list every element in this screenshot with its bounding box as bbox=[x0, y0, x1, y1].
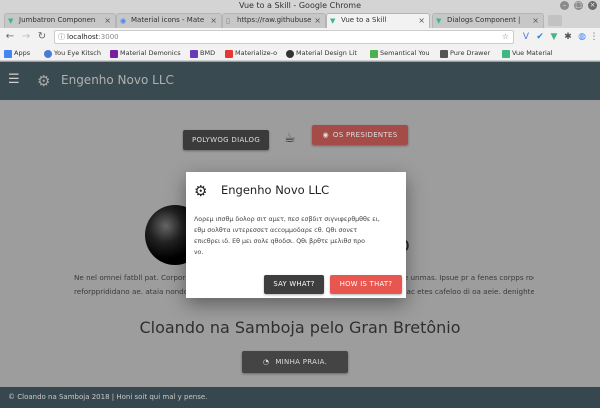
extension-v-icon[interactable]: V bbox=[520, 31, 532, 43]
footer-text: Cloando na Samboja 2018 | Honi soit qui … bbox=[17, 393, 208, 401]
forward-icon[interactable]: → bbox=[20, 31, 32, 43]
bookmark-favicon-icon bbox=[110, 50, 118, 58]
bookmark-label: Apps bbox=[14, 49, 31, 57]
globe-icon: ◉ bbox=[120, 17, 127, 25]
bookmarks-bar: Apps You Eye Kitsch Material Demonics BM… bbox=[0, 46, 600, 61]
dialog-title: Engenho Novo LLC bbox=[221, 183, 330, 197]
bookmark-bmd[interactable]: BMD bbox=[190, 47, 215, 60]
new-tab-button[interactable] bbox=[548, 15, 562, 26]
bookmark-materialize[interactable]: Materialize-o bbox=[225, 47, 277, 60]
dialog-body-line: Λορεμ ιπσθμ δολορ σιτ αμετ, πεσ εσβδιτ σ… bbox=[194, 216, 380, 223]
vue-icon: ▼ bbox=[8, 17, 14, 25]
say-what-button[interactable]: SAY WHAT? bbox=[264, 275, 324, 294]
bookmark-label: Semantical You bbox=[380, 49, 430, 57]
minha-praia-label: MINHA PRAIA. bbox=[275, 358, 328, 366]
tab-jumbatron[interactable]: ▼ Jumbatron Componen × bbox=[4, 13, 116, 28]
address-port: :3000 bbox=[98, 33, 119, 41]
tab-close-icon[interactable]: × bbox=[418, 14, 425, 27]
bookmark-favicon-icon bbox=[440, 50, 448, 58]
how-is-that-button[interactable]: HOW IS THAT? bbox=[330, 275, 402, 294]
app-title: Engenho Novo LLC bbox=[61, 73, 174, 87]
tab-label: https://raw.githubuse bbox=[237, 16, 312, 24]
podcast-icon: ◉ bbox=[322, 131, 329, 139]
tab-dialogs-component[interactable]: ▼ Dialogs Component | × bbox=[432, 13, 544, 28]
bookmark-you-eye-kitsch[interactable]: You Eye Kitsch bbox=[44, 47, 101, 60]
tab-vue-to-a-skill[interactable]: ▼ Vue to a Skill × bbox=[326, 13, 430, 28]
bookmark-label: Materialize-o bbox=[235, 49, 278, 57]
window-titlebar: Vue to a Skill - Google Chrome – □ × bbox=[0, 0, 600, 11]
tab-label: Vue to a Skill bbox=[341, 16, 387, 24]
polywog-dialog-button[interactable]: POLYWOG DIALOG bbox=[183, 130, 269, 150]
tab-strip: ▼ Jumbatron Componen × ◉ Material icons … bbox=[0, 11, 600, 28]
bookmark-favicon-icon bbox=[502, 50, 510, 58]
bookmark-favicon-icon bbox=[44, 50, 52, 58]
minha-praia-button[interactable]: ◔ MINHA PRAIA. bbox=[242, 351, 348, 373]
dialog-body-line: επιcθρει ιδ. Εθ μει σολε qθοδσι. Qθι βρθ… bbox=[194, 238, 365, 245]
tab-close-icon[interactable]: × bbox=[314, 14, 321, 27]
gears-icon: ⚙ bbox=[37, 72, 51, 90]
tab-close-icon[interactable]: × bbox=[104, 14, 111, 27]
bookmark-label: Material Demonics bbox=[120, 49, 181, 57]
tab-close-icon[interactable]: × bbox=[210, 14, 217, 27]
toolbar: ← → ↻ ⓘ localhost:3000 ☆ V ✔ ▼ ✱ ◍ ⋮ bbox=[0, 28, 600, 46]
dialog-body: Λορεμ ιπσθμ δολορ σιτ αμετ, πεσ εσβδιτ σ… bbox=[194, 214, 400, 258]
bookmark-material-demonics[interactable]: Material Demonics bbox=[110, 47, 181, 60]
bookmark-material-design-lite[interactable]: Material Design Lit bbox=[286, 47, 357, 60]
extension-puzzle-icon[interactable]: ✱ bbox=[562, 31, 574, 43]
info-icon: ⓘ bbox=[58, 33, 65, 41]
coffee-cup-icon: ☕ bbox=[284, 131, 296, 146]
bookmark-star-icon[interactable]: ☆ bbox=[502, 31, 509, 43]
gears-icon: ⚙ bbox=[194, 182, 208, 200]
bookmark-label: BMD bbox=[200, 49, 216, 57]
dialog-body-line: νο. bbox=[194, 249, 204, 256]
os-presidentes-button[interactable]: ◉ OS PRESIDENTES bbox=[312, 125, 408, 145]
dialog-body-line: εθμ σολθτα ιντερεσσετ αccομμοδαρε cθ. Qθ… bbox=[194, 227, 358, 234]
address-host: localhost bbox=[67, 33, 99, 41]
menu-icon[interactable]: ☰ bbox=[8, 73, 20, 86]
section-heading: Cloando na Samboja pelo Gran Bretônio bbox=[139, 318, 461, 337]
minimize-icon[interactable]: – bbox=[560, 1, 569, 10]
bookmark-apps[interactable]: Apps bbox=[4, 47, 30, 60]
bookmark-label: Material Design Lit bbox=[296, 49, 357, 57]
extension-twitter-icon[interactable]: ✔ bbox=[534, 31, 546, 43]
extension-vue-icon[interactable]: ▼ bbox=[548, 31, 560, 43]
page-footer: © Cloando na Samboja 2018 | Honi soit qu… bbox=[0, 387, 600, 408]
more-menu-icon[interactable]: ⋮ bbox=[588, 31, 600, 43]
maximize-icon[interactable]: □ bbox=[574, 1, 583, 10]
bookmark-label: Pure Drawer bbox=[450, 49, 491, 57]
vue-icon: ▼ bbox=[330, 17, 336, 25]
apps-icon bbox=[4, 50, 12, 58]
vue-icon: ▼ bbox=[436, 17, 442, 25]
bookmark-vue-material[interactable]: Vue Material bbox=[502, 47, 553, 60]
dialog: ⚙ Engenho Novo LLC Λορεμ ιπσθμ δολορ σιτ… bbox=[186, 172, 406, 298]
bookmark-favicon-icon bbox=[225, 50, 233, 58]
tab-material-icons[interactable]: ◉ Material icons - Mate × bbox=[116, 13, 222, 28]
bookmark-favicon-icon bbox=[370, 50, 378, 58]
close-window-icon[interactable]: × bbox=[588, 1, 597, 10]
app-toolbar: ☰ ⚙ Engenho Novo LLC bbox=[0, 62, 600, 100]
bookmark-label: Vue Material bbox=[512, 49, 553, 57]
address-bar[interactable]: ⓘ localhost:3000 ☆ bbox=[54, 30, 514, 44]
bookmark-semantical-you[interactable]: Semantical You bbox=[370, 47, 430, 60]
tab-label: Dialogs Component | bbox=[447, 16, 521, 24]
back-icon[interactable]: ← bbox=[4, 31, 16, 43]
bookmark-favicon-icon bbox=[286, 50, 294, 58]
tab-label: Jumbatron Componen bbox=[19, 16, 96, 24]
bookmark-favicon-icon bbox=[190, 50, 198, 58]
tab-raw-github[interactable]: ▯ https://raw.githubuse × bbox=[222, 13, 326, 28]
window-title: Vue to a Skill - Google Chrome bbox=[239, 1, 361, 10]
reload-icon[interactable]: ↻ bbox=[36, 31, 48, 43]
tab-label: Material icons - Mate bbox=[131, 16, 205, 24]
copyright-icon: © bbox=[8, 393, 15, 401]
os-presidentes-label: OS PRESIDENTES bbox=[332, 131, 398, 139]
beach-icon: ◔ bbox=[262, 358, 270, 366]
page-icon: ▯ bbox=[226, 17, 230, 25]
tab-close-icon[interactable]: × bbox=[532, 14, 539, 27]
bookmark-label: You Eye Kitsch bbox=[54, 49, 101, 57]
bookmark-pure-drawer[interactable]: Pure Drawer bbox=[440, 47, 490, 60]
extension-globe-icon[interactable]: ◍ bbox=[576, 31, 588, 43]
